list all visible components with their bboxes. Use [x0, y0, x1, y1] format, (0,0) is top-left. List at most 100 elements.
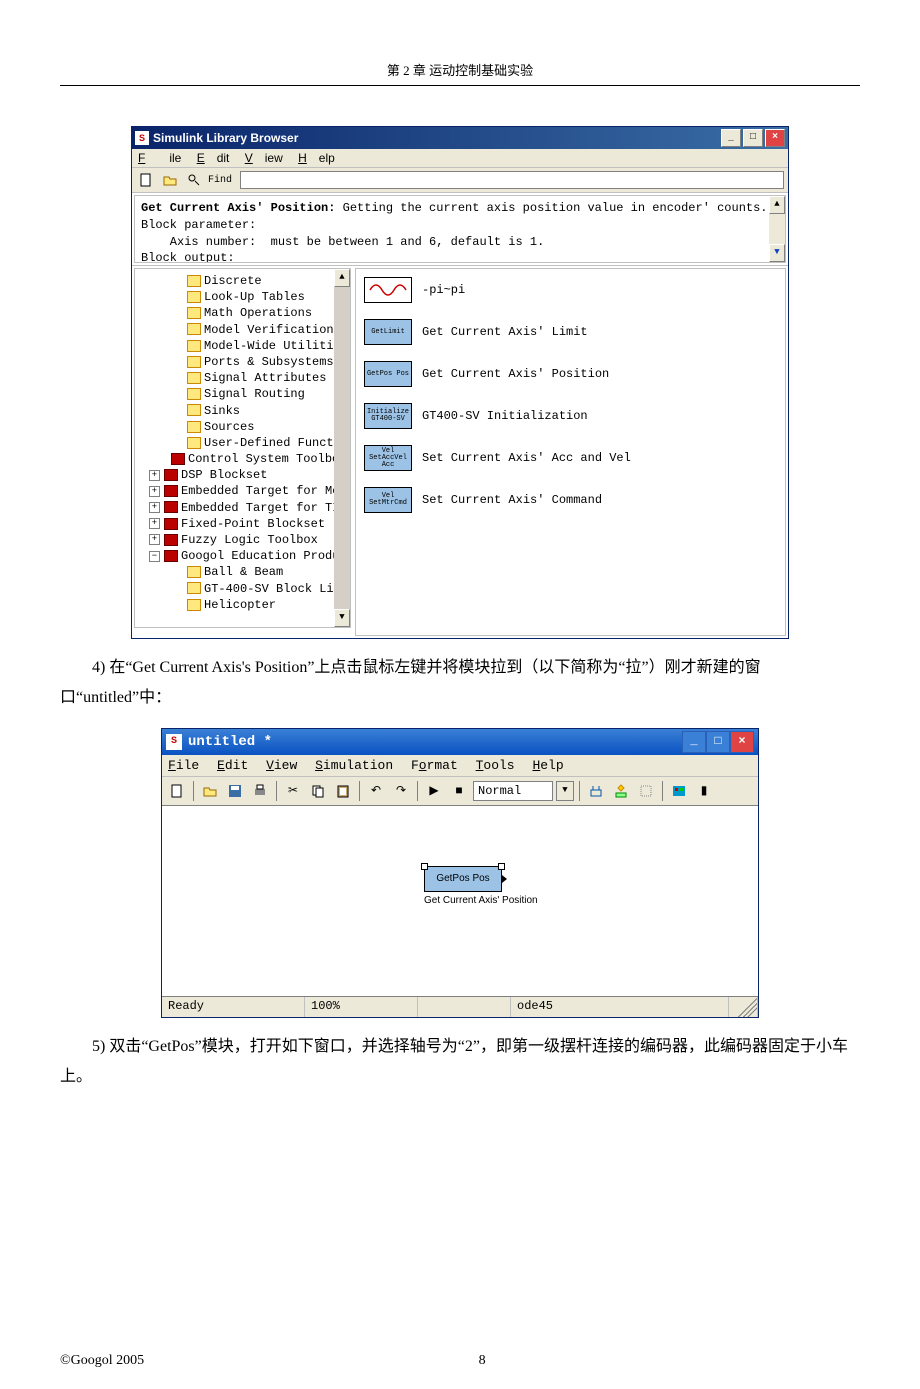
- statusbar: Ready 100% ode45: [162, 996, 758, 1017]
- tree-item[interactable]: User-Defined Functions: [135, 435, 350, 451]
- getpos-block[interactable]: GetPos Pos Get Current Axis' Position: [424, 866, 538, 906]
- tree-item[interactable]: Math Operations: [135, 305, 350, 321]
- save-button[interactable]: [224, 780, 246, 802]
- menu-help[interactable]: Help: [532, 758, 563, 773]
- scroll-down-icon[interactable]: ▼: [769, 244, 785, 262]
- tool-icon[interactable]: [585, 780, 607, 802]
- paragraph-5: 5) 双击“GetPos”模块，打开如下窗口，并选择轴号为“2”，即第一级摆杆连…: [60, 1032, 860, 1093]
- menu-view[interactable]: View: [245, 151, 283, 165]
- library-browser-button[interactable]: [668, 780, 690, 802]
- open-button[interactable]: [160, 170, 180, 190]
- resize-grip-icon[interactable]: [729, 997, 758, 1017]
- getlimit-icon: GetLimit: [364, 319, 412, 345]
- menu-format[interactable]: Format: [411, 758, 458, 773]
- tool-icon[interactable]: [635, 780, 657, 802]
- tree-item[interactable]: Signal Routing: [135, 386, 350, 402]
- redo-button[interactable]: ↷: [390, 780, 412, 802]
- copy-button[interactable]: [307, 780, 329, 802]
- simulation-mode-select[interactable]: Normal: [473, 781, 553, 801]
- scroll-up-icon[interactable]: ▲: [334, 269, 350, 287]
- description-pane: Get Current Axis' Position: Getting the …: [134, 195, 786, 263]
- model-canvas[interactable]: GetPos Pos Get Current Axis' Position: [162, 806, 758, 996]
- scroll-down-icon[interactable]: ▼: [334, 609, 350, 627]
- block-item[interactable]: Vel SetMtrCmd Set Current Axis' Command: [364, 487, 777, 513]
- tree-scrollbar[interactable]: ▲ ▼: [334, 269, 350, 627]
- find-input[interactable]: [240, 171, 784, 189]
- app-icon: S: [135, 131, 149, 145]
- tree-item[interactable]: Helicopter: [135, 597, 350, 613]
- tree-item[interactable]: +Fixed-Point Blockset: [135, 516, 350, 532]
- block-item[interactable]: -pi~pi: [364, 277, 777, 303]
- page-number: 8: [479, 1353, 486, 1369]
- close-button[interactable]: ×: [730, 731, 754, 753]
- sine-icon: [364, 277, 412, 303]
- tree-item[interactable]: Model-Wide Utilities: [135, 338, 350, 354]
- maximize-button[interactable]: □: [743, 129, 763, 147]
- tree-item[interactable]: +Embedded Target for TI C6000 D: [135, 500, 350, 516]
- minimize-button[interactable]: _: [721, 129, 741, 147]
- titlebar[interactable]: S untitled * _ □ ×: [162, 729, 758, 755]
- tree-item[interactable]: Ball & Beam: [135, 564, 350, 580]
- close-button[interactable]: ×: [765, 129, 785, 147]
- undo-button[interactable]: ↶: [365, 780, 387, 802]
- tree-item[interactable]: Control System Toolbox: [135, 451, 350, 467]
- menu-edit[interactable]: Edit: [197, 151, 230, 165]
- scroll-up-icon[interactable]: ▲: [769, 196, 785, 214]
- menu-simulation[interactable]: Simulation: [315, 758, 393, 773]
- window-title: Simulink Library Browser: [153, 131, 721, 145]
- tree-item[interactable]: +DSP Blockset: [135, 467, 350, 483]
- menu-help[interactable]: Help: [298, 151, 335, 165]
- tree-item[interactable]: +Embedded Target for Motorola M: [135, 483, 350, 499]
- menu-file[interactable]: File: [168, 758, 199, 773]
- tree-item[interactable]: Sinks: [135, 403, 350, 419]
- output-port-icon[interactable]: [502, 875, 507, 883]
- open-button[interactable]: [199, 780, 221, 802]
- getpos-icon: GetPos Pos: [364, 361, 412, 387]
- dropdown-icon[interactable]: ▼: [556, 781, 574, 801]
- find-label: Find: [208, 175, 232, 186]
- menu-edit[interactable]: Edit: [217, 758, 248, 773]
- stop-button[interactable]: ■: [448, 780, 470, 802]
- block-item[interactable]: Initialize GT400-SV GT400-SV Initializat…: [364, 403, 777, 429]
- tree-item[interactable]: Model Verification: [135, 322, 350, 338]
- block-item[interactable]: Vel SetAccVel Acc Set Current Axis' Acc …: [364, 445, 777, 471]
- copyright: ©Googol 2005: [60, 1353, 144, 1369]
- paste-button[interactable]: [332, 780, 354, 802]
- tree-item[interactable]: −Googol Education Products: [135, 548, 350, 564]
- titlebar[interactable]: S Simulink Library Browser _ □ ×: [132, 127, 788, 149]
- block-item[interactable]: GetLimit Get Current Axis' Limit: [364, 319, 777, 345]
- block-item-getpos[interactable]: GetPos Pos Get Current Axis' Position: [364, 361, 777, 387]
- tree-item[interactable]: GT-400-SV Block Library: [135, 581, 350, 597]
- tool-icon[interactable]: ▮: [693, 780, 715, 802]
- tree-item[interactable]: Sources: [135, 419, 350, 435]
- setmtrcmd-icon: Vel SetMtrCmd: [364, 487, 412, 513]
- start-button[interactable]: ▶: [423, 780, 445, 802]
- status-ready: Ready: [162, 997, 305, 1017]
- cut-button[interactable]: ✂: [282, 780, 304, 802]
- new-button[interactable]: [166, 780, 188, 802]
- find-icon[interactable]: [184, 170, 204, 190]
- maximize-button[interactable]: □: [706, 731, 730, 753]
- tree-item[interactable]: +Fuzzy Logic Toolbox: [135, 532, 350, 548]
- menu-view[interactable]: View: [266, 758, 297, 773]
- menu-tools[interactable]: Tools: [476, 758, 515, 773]
- minimize-button[interactable]: _: [682, 731, 706, 753]
- window-title: untitled *: [188, 734, 682, 750]
- tool-icon[interactable]: [610, 780, 632, 802]
- tree-item[interactable]: Look-Up Tables: [135, 289, 350, 305]
- tree-item[interactable]: Discrete: [135, 273, 350, 289]
- paragraph-4: 4) 在“Get Current Axis's Position”上点击鼠标左键…: [60, 653, 860, 714]
- tree-item[interactable]: Ports & Subsystems: [135, 354, 350, 370]
- status-blank: [418, 997, 511, 1017]
- app-icon: S: [166, 734, 182, 750]
- tree-item[interactable]: Signal Attributes: [135, 370, 350, 386]
- toolbar: ✂ ↶ ↷ ▶ ■ Normal ▼ ▮: [162, 777, 758, 806]
- simulink-library-browser-window: S Simulink Library Browser _ □ × File Ed…: [131, 126, 789, 639]
- new-button[interactable]: [136, 170, 156, 190]
- untitled-model-window: S untitled * _ □ × File Edit View Simula…: [161, 728, 759, 1018]
- block-list: -pi~pi GetLimit Get Current Axis' Limit …: [355, 268, 786, 636]
- print-button[interactable]: [249, 780, 271, 802]
- desc-scrollbar[interactable]: ▲ ▼: [769, 196, 785, 262]
- library-tree[interactable]: Discrete Look-Up Tables Math Operations …: [134, 268, 351, 628]
- menu-file[interactable]: File: [138, 151, 181, 165]
